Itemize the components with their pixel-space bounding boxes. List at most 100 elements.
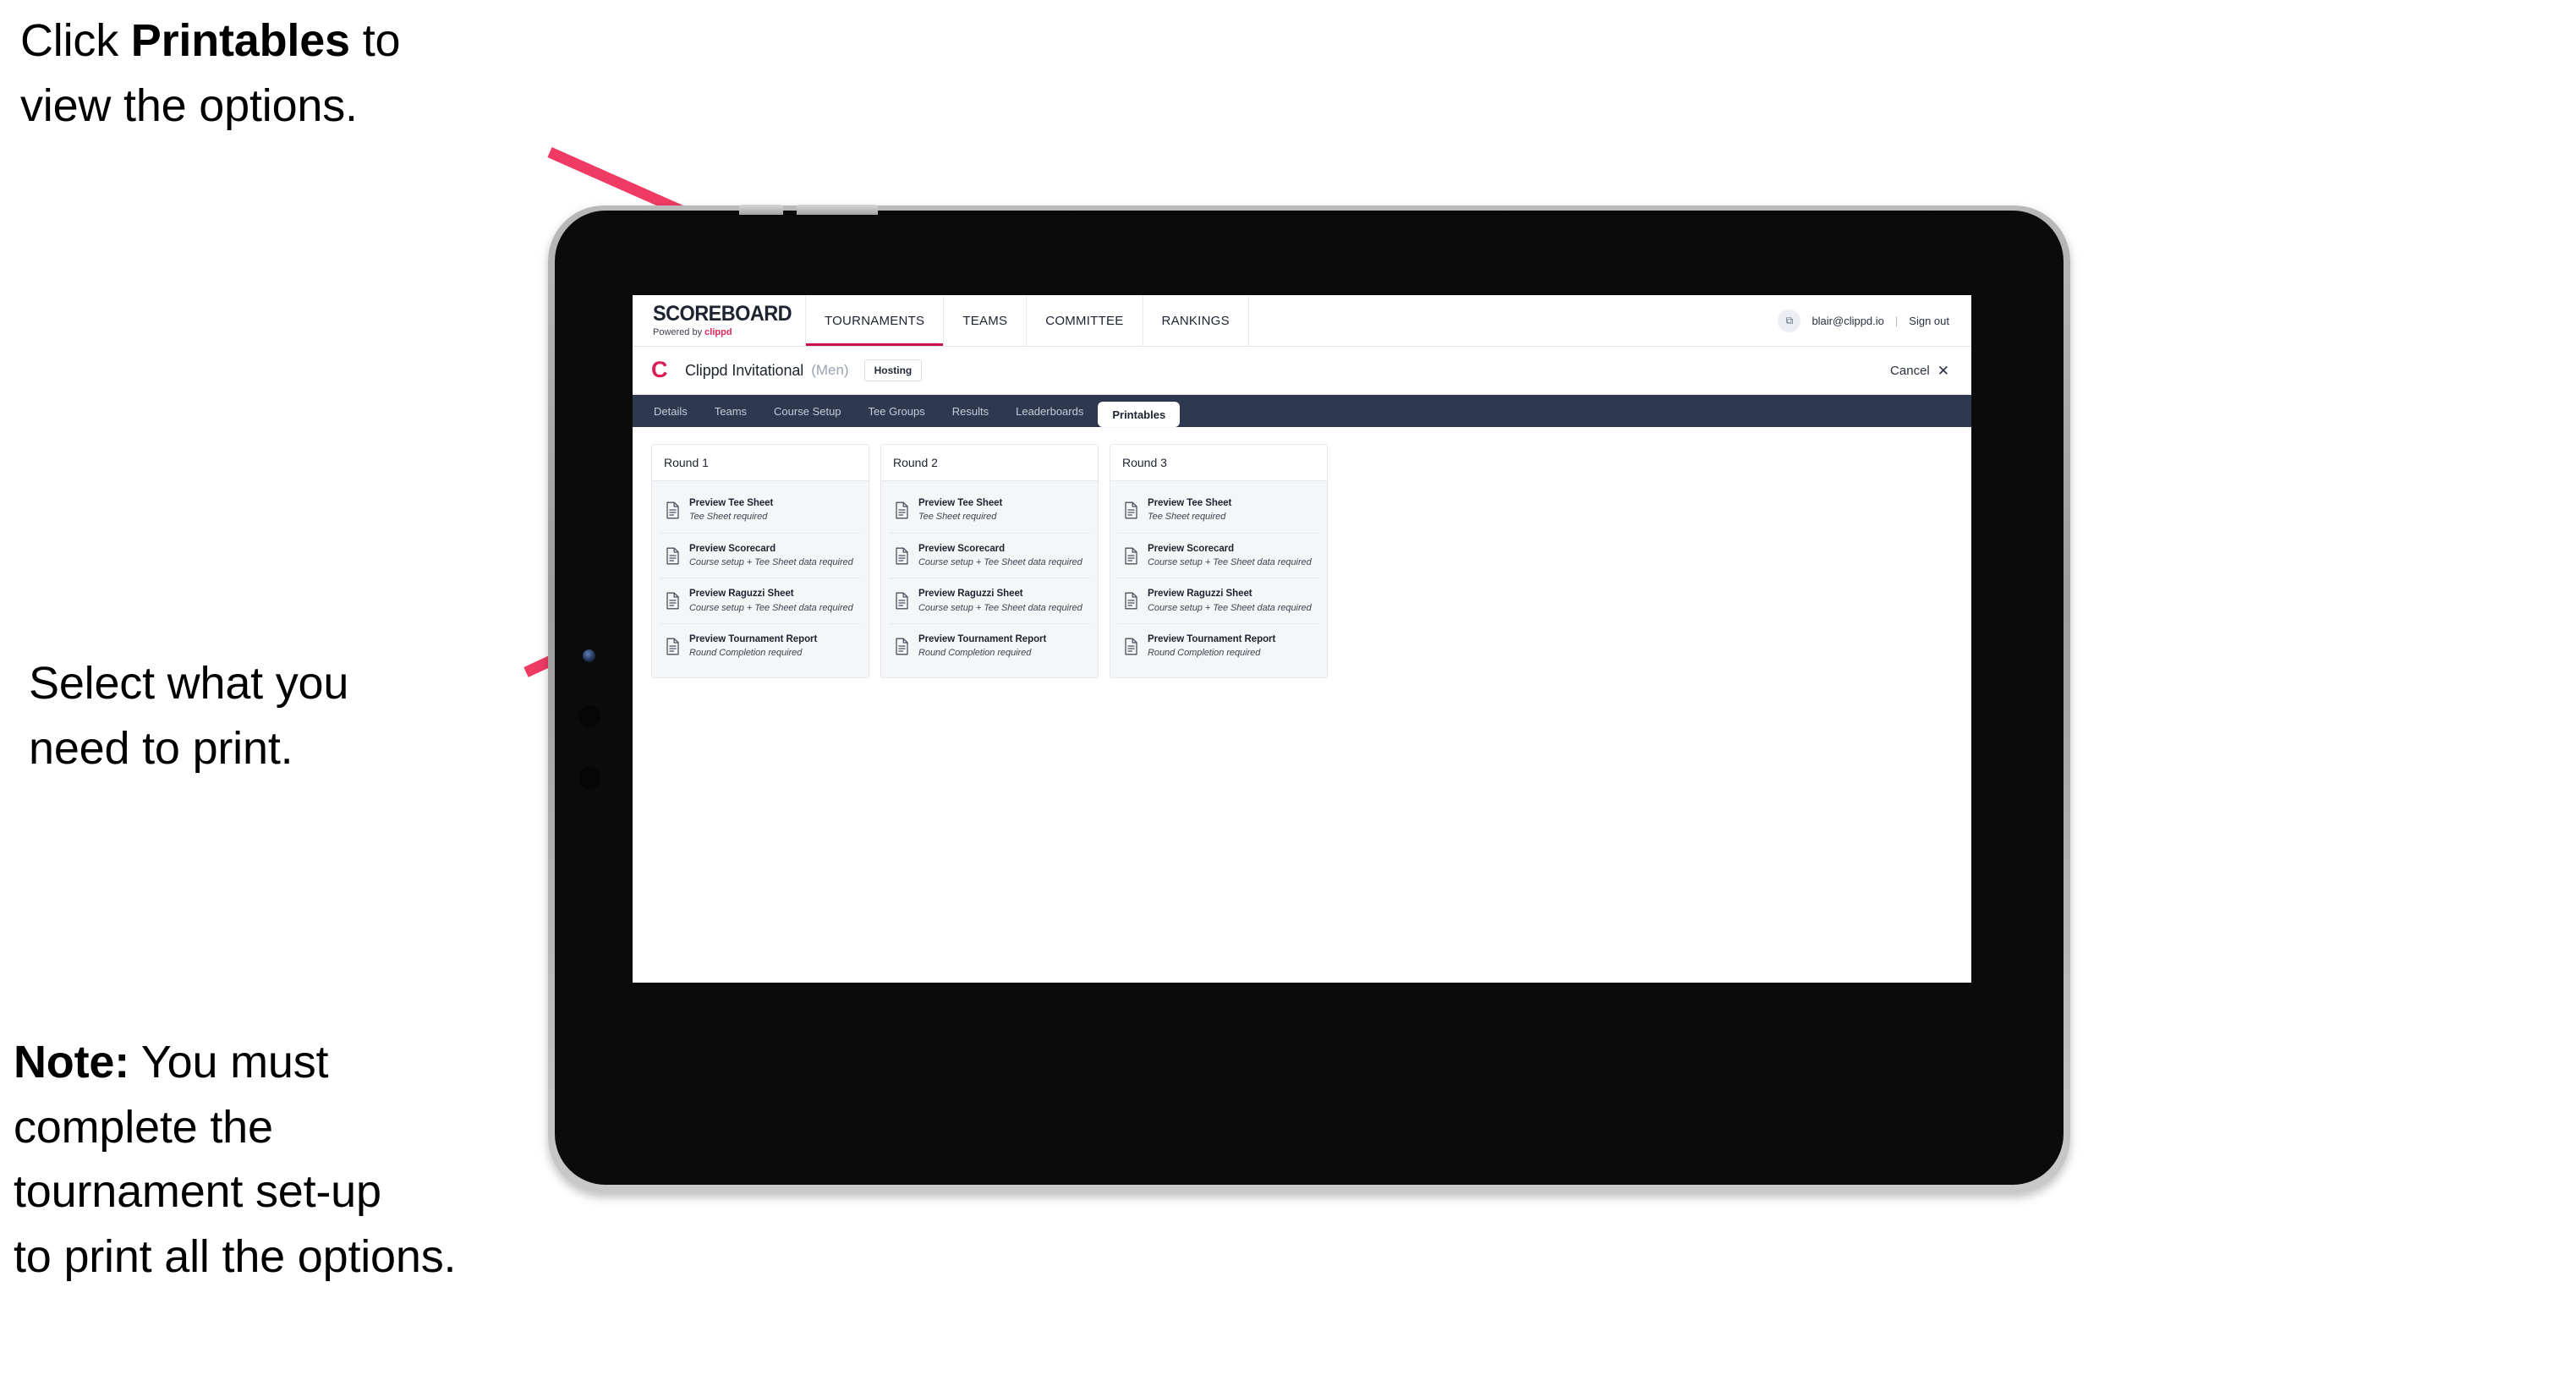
tournament-title: Clippd Invitational [685,361,804,379]
printables-content: Round 1 Preview Tee Sheet Tee Sheet requ… [633,427,1971,983]
nav-item-committee[interactable]: COMMITTEE [1027,295,1143,346]
tab-leaderboards[interactable]: Leaderboards [1003,398,1096,424]
printable-item-text: Preview Tee Sheet Tee Sheet required [918,497,1002,523]
printable-item-title: Preview Tournament Report [918,634,1047,645]
document-icon [1124,592,1138,610]
printable-item-text: Preview Tournament Report Round Completi… [918,633,1046,660]
printable-item-text: Preview Tournament Report Round Completi… [689,633,817,660]
document-icon [666,547,680,565]
tab-printables[interactable]: Printables [1098,402,1181,427]
printable-item-subtitle: Course setup + Tee Sheet data required [918,602,1082,613]
annotation-note-prefix: Note: [14,1037,129,1087]
logo-powered-prefix: Powered by [653,327,705,337]
round-column: Round 3 Preview Tee Sheet Tee Sheet requ… [1110,444,1328,678]
nav-item-tournaments[interactable]: TOURNAMENTS [806,295,945,346]
printable-item-subtitle: Course setup + Tee Sheet data required [918,557,1082,568]
round-column: Round 2 Preview Tee Sheet Tee Sheet requ… [880,444,1099,678]
printable-item-text: Preview Raguzzi Sheet Course setup + Tee… [918,588,1082,614]
printable-item-subtitle: Course setup + Tee Sheet data required [689,602,853,613]
tab-teams[interactable]: Teams [702,398,759,424]
front-camera-icon [583,649,595,662]
printable-item-tee-sheet[interactable]: Preview Tee Sheet Tee Sheet required [660,488,861,534]
annotation-click-prefix: Click [20,15,131,66]
round-items: Preview Tee Sheet Tee Sheet required Pre… [1110,481,1327,677]
tab-details[interactable]: Details [641,398,700,424]
printable-item-subtitle: Round Completion required [1148,648,1261,659]
printable-item-text: Preview Tee Sheet Tee Sheet required [1148,497,1231,523]
status-badge: Hosting [863,359,923,381]
printable-item-tournament-report[interactable]: Preview Tournament Report Round Completi… [1118,624,1319,669]
printable-item-text: Preview Raguzzi Sheet Course setup + Tee… [689,588,853,614]
round-items: Preview Tee Sheet Tee Sheet required Pre… [652,481,869,677]
printable-item-tournament-report[interactable]: Preview Tournament Report Round Completi… [889,624,1090,669]
tournament-subheader: C Clippd Invitational (Men) Hosting Canc… [633,347,1971,395]
section-tabs: Details Teams Course Setup Tee Groups Re… [633,395,1971,427]
printable-item-title: Preview Raguzzi Sheet [918,589,1023,600]
document-icon [895,638,909,655]
annotation-click-bold: Printables [130,15,350,66]
nav-item-teams[interactable]: TEAMS [944,295,1028,346]
printable-item-subtitle: Course setup + Tee Sheet data required [1148,557,1312,568]
round-items: Preview Tee Sheet Tee Sheet required Pre… [881,481,1098,677]
printable-item-title: Preview Scorecard [918,543,1006,554]
printable-item-tournament-report[interactable]: Preview Tournament Report Round Completi… [660,624,861,669]
printable-item-tee-sheet[interactable]: Preview Tee Sheet Tee Sheet required [1118,488,1319,534]
volume-up-button[interactable] [578,705,600,727]
printable-item-scorecard[interactable]: Preview Scorecard Course setup + Tee She… [889,533,1090,579]
logo-brand-clippd: clippd [704,327,732,337]
primary-nav: TOURNAMENTS TEAMS COMMITTEE RANKINGS [806,295,1778,346]
document-icon [895,547,909,565]
printable-item-scorecard[interactable]: Preview Scorecard Course setup + Tee She… [1118,533,1319,579]
account-email: blair@clippd.io [1811,314,1884,327]
tablet-top-button-b[interactable] [797,205,878,215]
printable-item-title: Preview Tee Sheet [689,498,774,508]
annotation-select-print: Select what you need to print. [29,658,349,774]
printable-item-tee-sheet[interactable]: Preview Tee Sheet Tee Sheet required [889,488,1090,534]
tab-results[interactable]: Results [940,398,1001,424]
printable-item-title: Preview Tournament Report [689,634,818,645]
tablet-top-button-a[interactable] [739,205,783,215]
logo-wordmark: SCOREBOARD [653,302,792,326]
printable-item-subtitle: Tee Sheet required [918,512,997,523]
printable-item-text: Preview Scorecard Course setup + Tee She… [918,543,1082,569]
scoreboard-logo[interactable]: SCOREBOARD Powered by clippd [633,295,806,346]
printable-item-text: Preview Scorecard Course setup + Tee She… [1148,543,1312,569]
printable-item-subtitle: Course setup + Tee Sheet data required [1148,602,1312,613]
logo-powered-by: Powered by clippd [653,328,805,337]
avatar[interactable]: ⧉ [1778,309,1801,332]
document-icon [895,592,909,610]
round-column: Round 1 Preview Tee Sheet Tee Sheet requ… [651,444,869,678]
document-icon [895,501,909,519]
document-icon [666,638,680,655]
volume-down-button[interactable] [578,767,600,789]
printable-item-title: Preview Scorecard [689,543,776,554]
document-icon [1124,501,1138,519]
printable-item-subtitle: Course setup + Tee Sheet data required [689,557,853,568]
printable-item-subtitle: Round Completion required [918,648,1032,659]
printable-item-title: Preview Tournament Report [1148,634,1276,645]
document-icon [666,592,680,610]
sign-out-link[interactable]: Sign out [1909,315,1949,327]
printable-item-raguzzi-sheet[interactable]: Preview Raguzzi Sheet Course setup + Tee… [1118,578,1319,625]
tab-tee-groups[interactable]: Tee Groups [856,398,938,424]
printable-item-raguzzi-sheet[interactable]: Preview Raguzzi Sheet Course setup + Tee… [660,578,861,625]
nav-item-rankings[interactable]: RANKINGS [1143,295,1249,346]
printable-item-title: Preview Tee Sheet [918,498,1003,508]
printable-item-title: Preview Raguzzi Sheet [1148,589,1252,600]
printable-item-scorecard[interactable]: Preview Scorecard Course setup + Tee She… [660,533,861,579]
document-icon [1124,547,1138,565]
printable-item-text: Preview Raguzzi Sheet Course setup + Tee… [1148,588,1312,614]
printable-item-subtitle: Tee Sheet required [689,512,768,523]
global-header: SCOREBOARD Powered by clippd TOURNAMENTS… [633,295,1971,347]
printable-item-raguzzi-sheet[interactable]: Preview Raguzzi Sheet Course setup + Tee… [889,578,1090,625]
cancel-button[interactable]: Cancel ✕ [1890,364,1949,378]
printable-item-text: Preview Scorecard Course setup + Tee She… [689,543,853,569]
tournament-gender: (Men) [811,362,849,378]
tab-course-setup[interactable]: Course Setup [761,398,854,424]
printable-item-text: Preview Tee Sheet Tee Sheet required [689,497,773,523]
printable-item-title: Preview Raguzzi Sheet [689,589,794,600]
round-columns: Round 1 Preview Tee Sheet Tee Sheet requ… [651,444,1953,678]
printable-item-title: Preview Scorecard [1148,543,1235,554]
printable-item-subtitle: Tee Sheet required [1148,512,1226,523]
document-icon [666,501,680,519]
